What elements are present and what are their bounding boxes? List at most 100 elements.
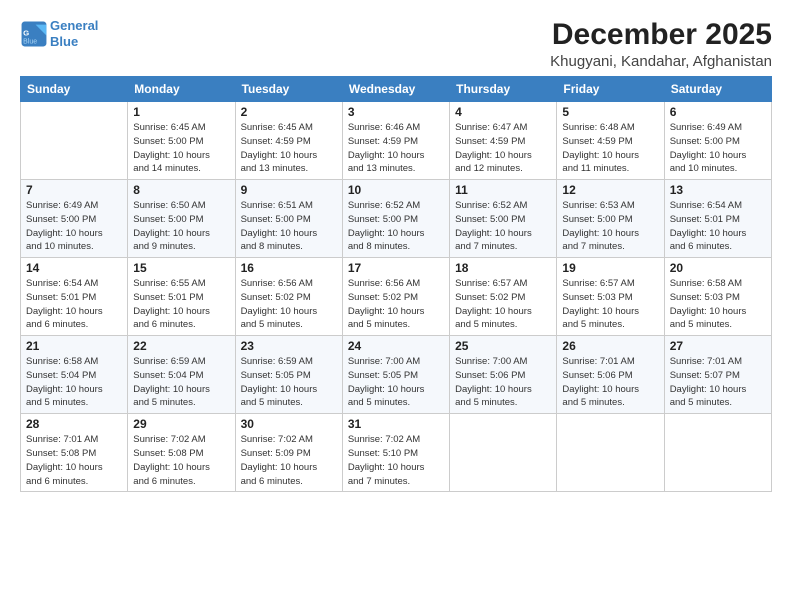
calendar-cell: 20 Sunrise: 6:58 AMSunset: 5:03 PMDayligh…	[664, 258, 771, 336]
day-info: Sunrise: 7:02 AMSunset: 5:08 PMDaylight:…	[133, 433, 229, 488]
day-info: Sunrise: 7:00 AMSunset: 5:05 PMDaylight:…	[348, 355, 444, 410]
day-number: 17	[348, 261, 444, 275]
weekday-header-wednesday: Wednesday	[342, 77, 449, 102]
weekday-header-sunday: Sunday	[21, 77, 128, 102]
day-number: 19	[562, 261, 658, 275]
day-info: Sunrise: 6:58 AMSunset: 5:04 PMDaylight:…	[26, 355, 122, 410]
week-row-3: 14 Sunrise: 6:54 AMSunset: 5:01 PMDayligh…	[21, 258, 772, 336]
weekday-header-row: SundayMondayTuesdayWednesdayThursdayFrid…	[21, 77, 772, 102]
calendar-cell: 6 Sunrise: 6:49 AMSunset: 5:00 PMDaylight…	[664, 102, 771, 180]
day-number: 20	[670, 261, 766, 275]
day-number: 10	[348, 183, 444, 197]
calendar-cell: 17 Sunrise: 6:56 AMSunset: 5:02 PMDayligh…	[342, 258, 449, 336]
weekday-header-thursday: Thursday	[450, 77, 557, 102]
day-number: 7	[26, 183, 122, 197]
day-number: 8	[133, 183, 229, 197]
calendar-cell: 5Sunrise: 6:48 AMSunset: 4:59 PMDaylight…	[557, 102, 664, 180]
calendar-cell: 11Sunrise: 6:52 AMSunset: 5:00 PMDayligh…	[450, 180, 557, 258]
day-info: Sunrise: 6:45 AMSunset: 5:00 PMDaylight:…	[133, 121, 229, 176]
calendar-cell: 7 Sunrise: 6:49 AMSunset: 5:00 PMDaylight…	[21, 180, 128, 258]
title-block: December 2025 Khugyani, Kandahar, Afghan…	[550, 18, 772, 70]
day-info: Sunrise: 6:47 AMSunset: 4:59 PMDaylight:…	[455, 121, 551, 176]
day-info: Sunrise: 6:58 AMSunset: 5:03 PMDaylight:…	[670, 277, 766, 332]
calendar-cell: 8 Sunrise: 6:50 AMSunset: 5:00 PMDaylight…	[128, 180, 235, 258]
day-info: Sunrise: 6:49 AMSunset: 5:00 PMDaylight:…	[26, 199, 122, 254]
calendar-cell: 19 Sunrise: 6:57 AMSunset: 5:03 PMDayligh…	[557, 258, 664, 336]
day-number: 23	[241, 339, 337, 353]
calendar-cell: 9 Sunrise: 6:51 AMSunset: 5:00 PMDaylight…	[235, 180, 342, 258]
day-number: 28	[26, 417, 122, 431]
day-info: Sunrise: 7:02 AMSunset: 5:09 PMDaylight:…	[241, 433, 337, 488]
day-number: 18	[455, 261, 551, 275]
calendar-cell	[21, 102, 128, 180]
calendar-cell: 3 Sunrise: 6:46 AMSunset: 4:59 PMDaylight…	[342, 102, 449, 180]
week-row-1: 1Sunrise: 6:45 AMSunset: 5:00 PMDaylight…	[21, 102, 772, 180]
day-number: 26	[562, 339, 658, 353]
day-info: Sunrise: 6:49 AMSunset: 5:00 PMDaylight:…	[670, 121, 766, 176]
day-info: Sunrise: 6:51 AMSunset: 5:00 PMDaylight:…	[241, 199, 337, 254]
day-number: 16	[241, 261, 337, 275]
day-info: Sunrise: 6:54 AMSunset: 5:01 PMDaylight:…	[670, 199, 766, 254]
day-number: 2	[241, 105, 337, 119]
week-row-2: 7 Sunrise: 6:49 AMSunset: 5:00 PMDaylight…	[21, 180, 772, 258]
calendar-cell: 18 Sunrise: 6:57 AMSunset: 5:02 PMDayligh…	[450, 258, 557, 336]
svg-text:Blue: Blue	[23, 38, 37, 45]
day-info: Sunrise: 6:54 AMSunset: 5:01 PMDaylight:…	[26, 277, 122, 332]
day-number: 30	[241, 417, 337, 431]
day-info: Sunrise: 7:02 AMSunset: 5:10 PMDaylight:…	[348, 433, 444, 488]
day-number: 15	[133, 261, 229, 275]
day-number: 24	[348, 339, 444, 353]
calendar-cell: 25Sunrise: 7:00 AMSunset: 5:06 PMDayligh…	[450, 336, 557, 414]
day-number: 3	[348, 105, 444, 119]
day-number: 11	[455, 183, 551, 197]
calendar-cell: 28Sunrise: 7:01 AMSunset: 5:08 PMDayligh…	[21, 414, 128, 492]
calendar-cell: 22Sunrise: 6:59 AMSunset: 5:04 PMDayligh…	[128, 336, 235, 414]
day-info: Sunrise: 6:55 AMSunset: 5:01 PMDaylight:…	[133, 277, 229, 332]
day-info: Sunrise: 6:53 AMSunset: 5:00 PMDaylight:…	[562, 199, 658, 254]
calendar-cell: 21 Sunrise: 6:58 AMSunset: 5:04 PMDayligh…	[21, 336, 128, 414]
day-number: 21	[26, 339, 122, 353]
day-info: Sunrise: 6:59 AMSunset: 5:05 PMDaylight:…	[241, 355, 337, 410]
calendar-cell: 23 Sunrise: 6:59 AMSunset: 5:05 PMDayligh…	[235, 336, 342, 414]
day-number: 12	[562, 183, 658, 197]
day-number: 4	[455, 105, 551, 119]
day-number: 31	[348, 417, 444, 431]
day-info: Sunrise: 6:50 AMSunset: 5:00 PMDaylight:…	[133, 199, 229, 254]
calendar-cell: 27Sunrise: 7:01 AMSunset: 5:07 PMDayligh…	[664, 336, 771, 414]
logo-icon: G Blue	[20, 20, 48, 48]
calendar-cell: 29 Sunrise: 7:02 AMSunset: 5:08 PMDayligh…	[128, 414, 235, 492]
day-info: Sunrise: 6:57 AMSunset: 5:02 PMDaylight:…	[455, 277, 551, 332]
calendar-cell: 31 Sunrise: 7:02 AMSunset: 5:10 PMDayligh…	[342, 414, 449, 492]
calendar-cell: 24 Sunrise: 7:00 AMSunset: 5:05 PMDayligh…	[342, 336, 449, 414]
week-row-4: 21 Sunrise: 6:58 AMSunset: 5:04 PMDayligh…	[21, 336, 772, 414]
calendar-cell: 16Sunrise: 6:56 AMSunset: 5:02 PMDayligh…	[235, 258, 342, 336]
calendar-page: G Blue General Blue December 2025 Khugya…	[0, 0, 792, 612]
month-title: December 2025	[550, 18, 772, 51]
calendar-cell: 14 Sunrise: 6:54 AMSunset: 5:01 PMDayligh…	[21, 258, 128, 336]
day-number: 5	[562, 105, 658, 119]
calendar-cell: 13Sunrise: 6:54 AMSunset: 5:01 PMDayligh…	[664, 180, 771, 258]
day-number: 9	[241, 183, 337, 197]
day-info: Sunrise: 6:46 AMSunset: 4:59 PMDaylight:…	[348, 121, 444, 176]
calendar-cell: 10 Sunrise: 6:52 AMSunset: 5:00 PMDayligh…	[342, 180, 449, 258]
day-info: Sunrise: 6:56 AMSunset: 5:02 PMDaylight:…	[348, 277, 444, 332]
calendar-cell: 1Sunrise: 6:45 AMSunset: 5:00 PMDaylight…	[128, 102, 235, 180]
calendar-cell: 2Sunrise: 6:45 AMSunset: 4:59 PMDaylight…	[235, 102, 342, 180]
svg-text:G: G	[23, 28, 29, 37]
weekday-header-tuesday: Tuesday	[235, 77, 342, 102]
day-info: Sunrise: 6:52 AMSunset: 5:00 PMDaylight:…	[348, 199, 444, 254]
day-info: Sunrise: 7:00 AMSunset: 5:06 PMDaylight:…	[455, 355, 551, 410]
day-info: Sunrise: 6:57 AMSunset: 5:03 PMDaylight:…	[562, 277, 658, 332]
calendar-table: SundayMondayTuesdayWednesdayThursdayFrid…	[20, 76, 772, 492]
calendar-cell	[450, 414, 557, 492]
calendar-cell: 4 Sunrise: 6:47 AMSunset: 4:59 PMDaylight…	[450, 102, 557, 180]
day-number: 29	[133, 417, 229, 431]
location-subtitle: Khugyani, Kandahar, Afghanistan	[550, 53, 772, 70]
calendar-cell	[557, 414, 664, 492]
day-number: 14	[26, 261, 122, 275]
calendar-cell: 15 Sunrise: 6:55 AMSunset: 5:01 PMDayligh…	[128, 258, 235, 336]
calendar-cell	[664, 414, 771, 492]
day-number: 6	[670, 105, 766, 119]
logo-text: General Blue	[50, 18, 98, 49]
logo: G Blue General Blue	[20, 18, 98, 49]
